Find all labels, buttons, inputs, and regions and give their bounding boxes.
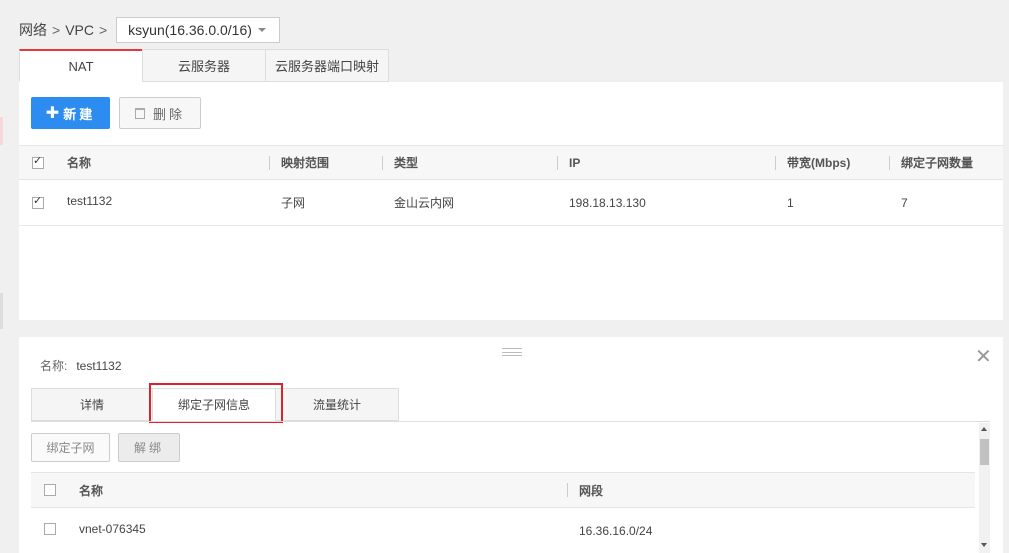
nat-name[interactable]: test1132 bbox=[67, 180, 112, 225]
column-header-scope[interactable]: 映射范围 bbox=[281, 146, 329, 179]
scroll-up-icon[interactable] bbox=[981, 427, 987, 431]
bind-subnet-button[interactable]: 绑定子网 bbox=[31, 433, 110, 462]
tab-cloud-server-port-mapping[interactable]: 云服务器端口映射 bbox=[265, 49, 389, 82]
tab-nat[interactable]: NAT bbox=[19, 49, 143, 82]
table-row[interactable]: vnet-076345 16.36.16.0/24 bbox=[31, 508, 975, 553]
column-header-cidr[interactable]: 网段 bbox=[579, 473, 603, 507]
vpc-select-value: ksyun(16.36.0.0/16) bbox=[128, 22, 252, 38]
row-checkbox[interactable] bbox=[32, 194, 44, 209]
column-divider bbox=[567, 483, 568, 497]
highlight-box bbox=[149, 383, 283, 423]
breadcrumb-separator: > bbox=[98, 22, 108, 38]
new-button[interactable]: ✚ 新建 bbox=[31, 97, 110, 129]
nat-subnet-count: 7 bbox=[901, 195, 908, 210]
detail-name-label: 名称: bbox=[40, 359, 68, 373]
plus-icon: ✚ bbox=[45, 105, 60, 122]
vpc-select[interactable]: ksyun(16.36.0.0/16) bbox=[116, 17, 281, 43]
tab-cloud-server[interactable]: 云服务器 bbox=[142, 49, 266, 82]
nat-type: 金山云内网 bbox=[394, 196, 455, 210]
delete-button-label: 删除 bbox=[152, 106, 185, 122]
nat-table-header: 名称 映射范围 类型 IP 带宽(Mbps) 绑定子网数量 bbox=[19, 145, 1003, 180]
column-divider bbox=[557, 156, 558, 170]
trash-icon bbox=[134, 107, 145, 119]
nat-ip: 198.18.13.130 bbox=[569, 195, 646, 210]
chevron-down-icon bbox=[257, 28, 266, 32]
select-all-checkbox[interactable] bbox=[32, 154, 44, 169]
breadcrumb-network[interactable]: 网络 bbox=[19, 18, 47, 42]
column-header-subnet-count[interactable]: 绑定子网数量 bbox=[901, 146, 973, 179]
scroll-thumb[interactable] bbox=[980, 439, 989, 465]
delete-button[interactable]: 删除 bbox=[119, 97, 201, 129]
nat-list-panel: ✚ 新建 删除 名称 映射范围 类型 IP 带宽(Mbps) 绑定子网数量 te… bbox=[19, 82, 1003, 320]
select-all-checkbox[interactable] bbox=[44, 484, 56, 496]
nat-bandwidth: 1 bbox=[787, 195, 794, 210]
scroll-down-icon[interactable] bbox=[981, 543, 987, 547]
resize-handle[interactable] bbox=[502, 348, 522, 356]
new-button-label: 新建 bbox=[63, 106, 96, 122]
detail-name-value: test1132 bbox=[76, 359, 122, 373]
tab-underline bbox=[31, 421, 990, 422]
unbind-button[interactable]: 解绑 bbox=[118, 433, 180, 462]
left-edge-strip bbox=[0, 293, 3, 329]
row-checkbox[interactable] bbox=[44, 523, 56, 535]
column-divider bbox=[775, 156, 776, 170]
nat-scope: 子网 bbox=[281, 196, 306, 210]
column-header-name[interactable]: 名称 bbox=[79, 473, 103, 507]
close-icon[interactable]: ✕ bbox=[975, 347, 992, 367]
column-header-ip[interactable]: IP bbox=[569, 146, 580, 179]
detail-panel: ✕ 名称: test1132 详情 绑定子网信息 流量统计 绑定子网 解绑 名称 … bbox=[19, 337, 1003, 553]
detail-name: 名称: test1132 bbox=[40, 357, 122, 374]
table-row[interactable]: test1132 子网 金山云内网 198.18.13.130 1 7 bbox=[19, 180, 1003, 226]
breadcrumb-vpc[interactable]: VPC bbox=[65, 18, 94, 42]
breadcrumb-separator: > bbox=[52, 22, 61, 38]
breadcrumb: 网络 > VPC > ksyun(16.36.0.0/16) bbox=[19, 17, 281, 43]
left-edge-strip bbox=[0, 117, 3, 145]
subnet-cidr: 16.36.16.0/24 bbox=[579, 523, 653, 538]
vertical-scrollbar[interactable] bbox=[979, 423, 990, 553]
subnet-table-header: 名称 网段 bbox=[31, 472, 975, 508]
tab-traffic-stats[interactable]: 流量统计 bbox=[275, 388, 399, 421]
top-tab-bar: NAT 云服务器 云服务器端口映射 bbox=[19, 49, 389, 82]
subnet-name[interactable]: vnet-076345 bbox=[79, 508, 146, 553]
tab-details[interactable]: 详情 bbox=[31, 388, 153, 421]
column-header-type[interactable]: 类型 bbox=[394, 146, 418, 179]
column-divider bbox=[269, 156, 270, 170]
column-header-bandwidth[interactable]: 带宽(Mbps) bbox=[787, 146, 850, 179]
column-header-name[interactable]: 名称 bbox=[67, 146, 91, 179]
column-divider bbox=[382, 156, 383, 170]
column-divider bbox=[889, 156, 890, 170]
